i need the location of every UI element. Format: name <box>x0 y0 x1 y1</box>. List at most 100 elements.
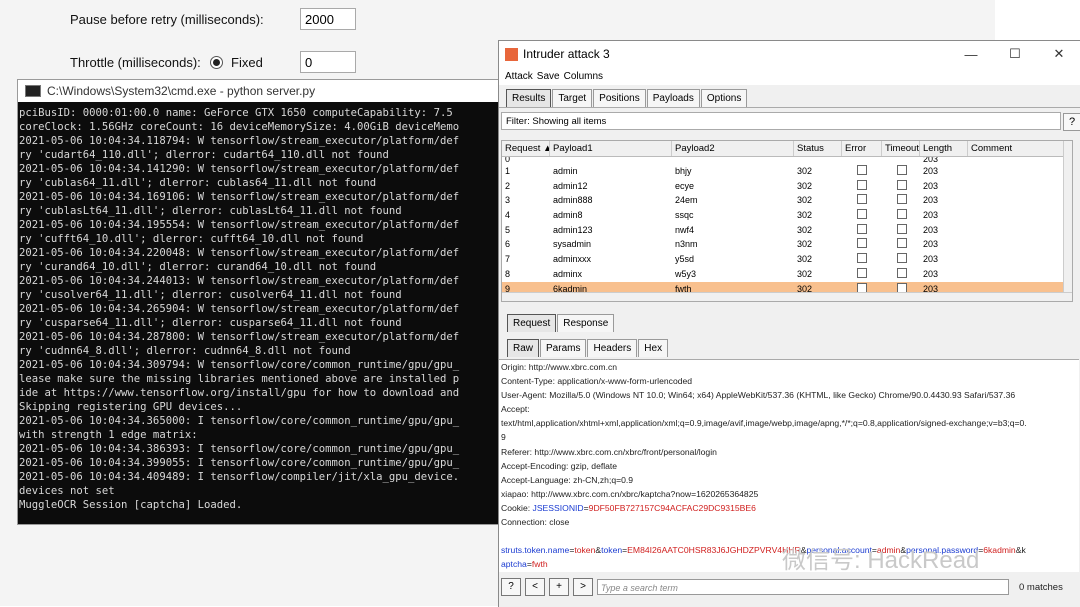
intruder-window: Intruder attack 3 — ☐ ✕ Attack Save Colu… <box>498 40 1080 607</box>
cell-comment <box>968 164 1072 179</box>
error-checkbox <box>857 238 867 249</box>
table-row[interactable]: 5 admin123 nwf4 302 203 <box>502 223 1072 238</box>
cell-comment <box>968 193 1072 208</box>
cmd-line: ide at https://www.tensorflow.org/instal… <box>19 387 460 399</box>
cmd-line: 2021-05-06 10:04:34.244013: W tensorflow… <box>19 275 460 287</box>
timeout-checkbox <box>897 267 907 278</box>
table-row[interactable]: 7 adminxxx y5sd 302 203 <box>502 252 1072 267</box>
timeout-checkbox <box>897 238 907 249</box>
table-row[interactable]: 8 adminx w5y3 302 203 <box>502 267 1072 282</box>
maximize-button[interactable]: ☐ <box>993 46 1037 62</box>
match-count: 0 matches <box>1019 581 1063 593</box>
tab-response[interactable]: Response <box>557 314 615 332</box>
table-row-partial[interactable]: 0 203 <box>502 157 1072 164</box>
table-row[interactable]: 6 sysadmin n3nm 302 203 <box>502 237 1072 252</box>
table-row[interactable]: 2 admin12 ecye 302 203 <box>502 179 1072 194</box>
error-checkbox <box>857 282 867 293</box>
col-request[interactable]: Request ▲ <box>502 141 550 156</box>
col-payload1[interactable]: Payload1 <box>550 141 672 156</box>
table-horizontal-scrollbar[interactable] <box>502 292 1072 301</box>
col-payload2[interactable]: Payload2 <box>672 141 794 156</box>
previous-match-button[interactable]: < <box>525 578 545 596</box>
cmd-line: ry 'cudnn64_8.dll'; dlerror: cudnn64_8.d… <box>19 345 351 357</box>
cell-length: 203 <box>923 254 939 265</box>
cmd-line: 2021-05-06 10:04:34.265904: W tensorflow… <box>19 303 460 315</box>
table-vertical-scrollbar[interactable] <box>1063 141 1072 301</box>
main-tabs: Results Target Positions Payloads Option… <box>499 85 1080 108</box>
cmd-line: pciBusID: 0000:01:00.0 name: GeForce GTX… <box>19 107 453 119</box>
cell-status: 302 <box>797 254 813 265</box>
tab-results[interactable]: Results <box>506 89 552 107</box>
cookie-name: JSESSIONID <box>532 502 584 513</box>
cmd-line: ry 'cudart64_110.dll'; dlerror: cudart64… <box>19 149 389 161</box>
table-row[interactable]: 3 admin888 24em 302 203 <box>502 193 1072 208</box>
cell-status: 302 <box>797 166 813 176</box>
table-row[interactable]: 4 admin8 ssqc 302 203 <box>502 208 1072 223</box>
close-button[interactable]: ✕ <box>1037 46 1080 62</box>
add-button[interactable]: + <box>549 578 569 596</box>
timeout-checkbox <box>897 209 907 220</box>
throttle-input[interactable]: 0 <box>300 51 356 73</box>
table-header: Request ▲ Payload1 Payload2 Status Error… <box>502 141 1072 157</box>
tab-raw[interactable]: Raw <box>507 339 540 357</box>
search-input[interactable]: Type a search term <box>597 579 1009 595</box>
menu-attack[interactable]: Attack <box>505 71 533 82</box>
cell-length: 203 <box>923 195 939 206</box>
cell-payload1: admin8 <box>553 210 583 221</box>
menu-save[interactable]: Save <box>537 71 560 82</box>
cmd-titlebar[interactable]: C:\Windows\System32\cmd.exe - python ser… <box>18 80 504 102</box>
cell-comment <box>968 267 1072 282</box>
col-status[interactable]: Status <box>794 141 842 156</box>
timeout-checkbox <box>897 282 907 293</box>
cell-length: 203 <box>923 166 939 176</box>
cell-payload1: sysadmin <box>553 239 592 250</box>
tab-params[interactable]: Params <box>540 339 587 357</box>
tab-hex[interactable]: Hex <box>638 339 669 357</box>
tab-positions[interactable]: Positions <box>593 89 646 107</box>
cmd-line: coreClock: 1.56GHz coreCount: 16 deviceM… <box>19 121 460 133</box>
cell-payload2: w5y3 <box>675 268 697 279</box>
cell-payload2: n3nm <box>675 239 698 250</box>
cell-request: 8 <box>505 268 511 279</box>
cmd-window[interactable]: C:\Windows\System32\cmd.exe - python ser… <box>17 79 505 525</box>
cell-length: 203 <box>923 224 939 235</box>
tab-options[interactable]: Options <box>700 89 748 107</box>
col-timeout[interactable]: Timeout <box>882 141 920 156</box>
cell-payload1: adminx <box>553 268 583 279</box>
cell-payload2: nwf4 <box>675 224 695 235</box>
col-comment[interactable]: Comment <box>968 141 1072 156</box>
tab-payloads[interactable]: Payloads <box>646 89 700 107</box>
minimize-button[interactable]: — <box>949 47 993 62</box>
filter-bar[interactable]: Filter: Showing all items <box>501 112 1061 130</box>
tab-request[interactable]: Request <box>507 314 557 332</box>
table-row[interactable]: 1 admin bhjy 302 203 <box>502 164 1072 179</box>
cell-request: 4 <box>505 210 511 221</box>
cmd-line: 2021-05-06 10:04:34.195554: W tensorflow… <box>19 219 460 231</box>
cell-request: 6 <box>505 239 511 250</box>
next-match-button[interactable]: > <box>573 578 593 596</box>
timeout-checkbox <box>897 223 907 234</box>
timeout-checkbox <box>897 165 907 175</box>
cell-status: 302 <box>797 210 813 221</box>
cell-request: 0 <box>505 157 511 164</box>
timeout-checkbox <box>897 179 907 190</box>
intruder-titlebar[interactable]: Intruder attack 3 — ☐ ✕ <box>499 41 1080 67</box>
cmd-line: Skipping registering GPU devices... <box>19 401 243 413</box>
cell-request: 3 <box>505 195 511 206</box>
fixed-radio[interactable] <box>210 56 224 69</box>
col-length[interactable]: Length <box>920 141 968 156</box>
tab-headers[interactable]: Headers <box>587 339 638 357</box>
cell-payload1: admin <box>553 166 578 176</box>
pause-input[interactable]: 2000 <box>300 8 356 30</box>
cmd-line: 2021-05-06 10:04:34.118794: W tensorflow… <box>19 135 460 147</box>
cell-payload1: admin888 <box>553 195 593 206</box>
cookie-header: Cookie: JSESSIONID=9DF50FB727157C94ACFAC… <box>501 502 756 513</box>
cell-payload1: admin123 <box>553 224 593 235</box>
tab-target[interactable]: Target <box>552 89 593 107</box>
col-error[interactable]: Error <box>842 141 882 156</box>
pause-label: Pause before retry (milliseconds): <box>70 12 264 27</box>
menu-columns[interactable]: Columns <box>564 71 603 82</box>
cmd-title: C:\Windows\System32\cmd.exe - python ser… <box>47 84 316 98</box>
help-button[interactable]: ? <box>1063 113 1080 131</box>
search-help-button[interactable]: ? <box>501 578 521 596</box>
